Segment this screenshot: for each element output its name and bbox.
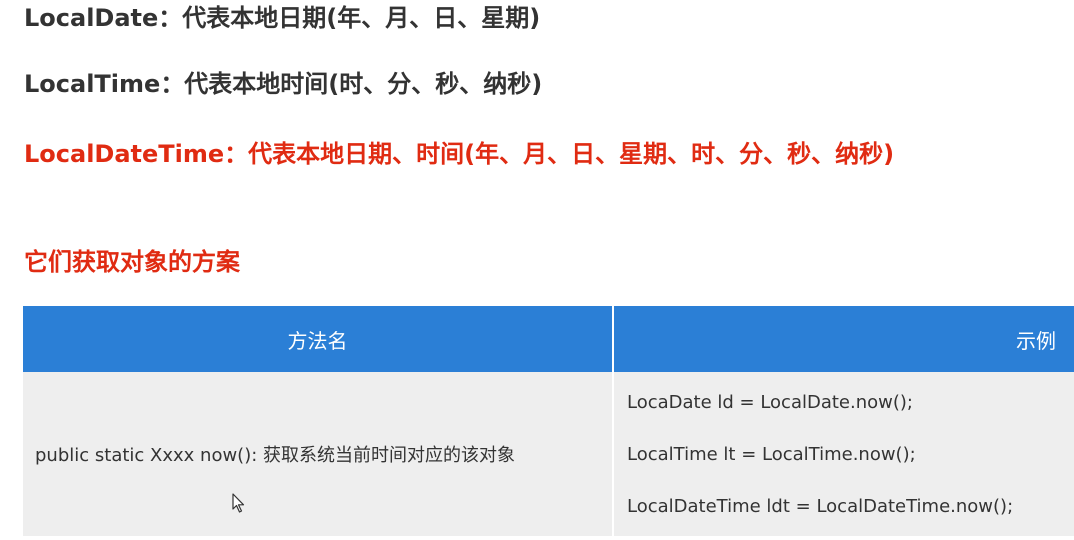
methods-table: 方法名 示例 public static Xxxx now(): 获取系统当前时… [23, 306, 1074, 536]
example-localdatetime: LocalDateTime ldt = LocalDateTime.now(); [626, 496, 1014, 517]
table-header-row: 方法名 示例 [23, 306, 1074, 372]
example-localdate: LocaDate ld = LocalDate.now(); [626, 392, 913, 413]
header-example: 示例 [612, 306, 1074, 372]
localdate-description: LocalDate：代表本地日期(年、月、日、星期) [24, 4, 541, 32]
slide-page: LocalDate：代表本地日期(年、月、日、星期) LocalTime：代表本… [0, 0, 1074, 540]
method-cell: public static Xxxx now(): 获取系统当前时间对应的该对象 [23, 372, 614, 536]
section-title: 它们获取对象的方案 [24, 248, 240, 276]
header-method-name: 方法名 [23, 306, 614, 372]
table-row: public static Xxxx now(): 获取系统当前时间对应的该对象… [23, 372, 1074, 536]
example-localtime: LocalTime lt = LocalTime.now(); [626, 444, 916, 465]
localdatetime-description: LocalDateTime：代表本地日期、时间(年、月、日、星期、时、分、秒、纳… [24, 140, 895, 168]
example-cell: LocaDate ld = LocalDate.now(); LocalTime… [612, 372, 1074, 536]
mouse-cursor-icon [232, 493, 245, 513]
localtime-description: LocalTime：代表本地时间(时、分、秒、纳秒) [24, 70, 543, 98]
